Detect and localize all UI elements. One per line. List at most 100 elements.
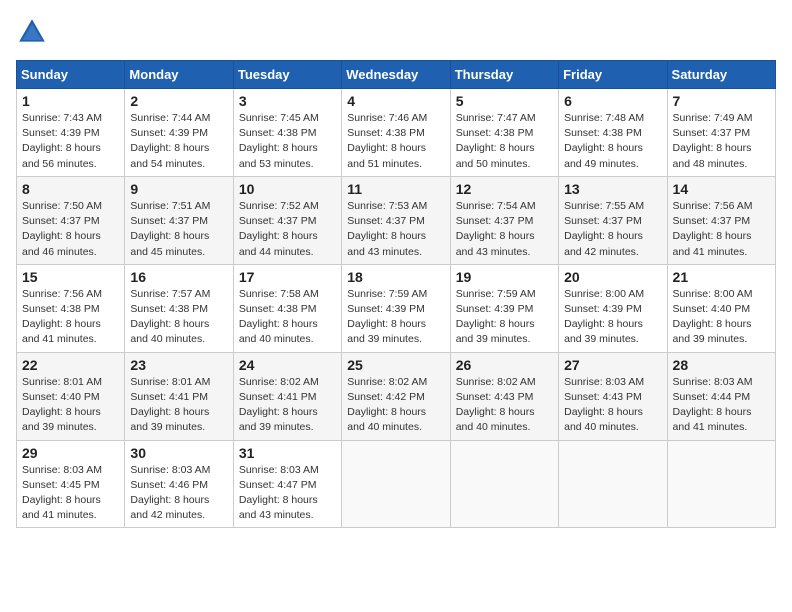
calendar-week-row: 8 Sunrise: 7:50 AMSunset: 4:37 PMDaylight… — [17, 176, 776, 264]
day-number: 29 — [22, 445, 119, 461]
day-number: 16 — [130, 269, 227, 285]
day-info: Sunrise: 8:03 AMSunset: 4:45 PMDaylight:… — [22, 463, 119, 524]
day-info: Sunrise: 7:59 AMSunset: 4:39 PMDaylight:… — [347, 287, 444, 348]
day-info: Sunrise: 8:02 AMSunset: 4:41 PMDaylight:… — [239, 375, 336, 436]
day-info: Sunrise: 7:50 AMSunset: 4:37 PMDaylight:… — [22, 199, 119, 260]
day-number: 22 — [22, 357, 119, 373]
day-number: 9 — [130, 181, 227, 197]
day-info: Sunrise: 7:56 AMSunset: 4:38 PMDaylight:… — [22, 287, 119, 348]
day-info: Sunrise: 8:01 AMSunset: 4:40 PMDaylight:… — [22, 375, 119, 436]
day-info: Sunrise: 7:51 AMSunset: 4:37 PMDaylight:… — [130, 199, 227, 260]
calendar-cell: 21Sunrise: 8:00 AMSunset: 4:40 PMDayligh… — [667, 264, 775, 352]
day-number: 28 — [673, 357, 770, 373]
calendar-week-row: 1 Sunrise: 7:43 AMSunset: 4:39 PMDaylight… — [17, 89, 776, 177]
calendar-cell — [559, 440, 667, 528]
day-info: Sunrise: 7:45 AMSunset: 4:38 PMDaylight:… — [239, 111, 336, 172]
calendar-cell: 18 Sunrise: 7:59 AMSunset: 4:39 PMDayligh… — [342, 264, 450, 352]
day-number: 26 — [456, 357, 553, 373]
day-info: Sunrise: 8:03 AMSunset: 4:44 PMDaylight:… — [673, 375, 770, 436]
calendar-table: SundayMondayTuesdayWednesdayThursdayFrid… — [16, 60, 776, 528]
day-number: 27 — [564, 357, 661, 373]
calendar-header-row: SundayMondayTuesdayWednesdayThursdayFrid… — [17, 61, 776, 89]
calendar-cell: 1 Sunrise: 7:43 AMSunset: 4:39 PMDaylight… — [17, 89, 125, 177]
day-info: Sunrise: 8:00 AMSunset: 4:39 PMDaylight:… — [564, 287, 661, 348]
day-number: 1 — [22, 93, 119, 109]
day-number: 30 — [130, 445, 227, 461]
day-info: Sunrise: 7:54 AMSunset: 4:37 PMDaylight:… — [456, 199, 553, 260]
day-info: Sunrise: 8:02 AMSunset: 4:42 PMDaylight:… — [347, 375, 444, 436]
calendar-cell: 22 Sunrise: 8:01 AMSunset: 4:40 PMDayligh… — [17, 352, 125, 440]
calendar-cell: 2 Sunrise: 7:44 AMSunset: 4:39 PMDaylight… — [125, 89, 233, 177]
day-info: Sunrise: 7:57 AMSunset: 4:38 PMDaylight:… — [130, 287, 227, 348]
day-info: Sunrise: 7:58 AMSunset: 4:38 PMDaylight:… — [239, 287, 336, 348]
calendar-cell: 23 Sunrise: 8:01 AMSunset: 4:41 PMDayligh… — [125, 352, 233, 440]
calendar-cell — [667, 440, 775, 528]
day-number: 19 — [456, 269, 553, 285]
day-number: 2 — [130, 93, 227, 109]
calendar-cell: 16 Sunrise: 7:57 AMSunset: 4:38 PMDayligh… — [125, 264, 233, 352]
calendar-cell: 4 Sunrise: 7:46 AMSunset: 4:38 PMDaylight… — [342, 89, 450, 177]
calendar-cell: 19 Sunrise: 7:59 AMSunset: 4:39 PMDayligh… — [450, 264, 558, 352]
calendar-cell: 14 Sunrise: 7:56 AMSunset: 4:37 PMDayligh… — [667, 176, 775, 264]
day-number: 10 — [239, 181, 336, 197]
logo — [16, 16, 52, 48]
calendar-cell: 6 Sunrise: 7:48 AMSunset: 4:38 PMDaylight… — [559, 89, 667, 177]
calendar-cell: 27 Sunrise: 8:03 AMSunset: 4:43 PMDayligh… — [559, 352, 667, 440]
logo-icon — [16, 16, 48, 48]
calendar-week-row: 29 Sunrise: 8:03 AMSunset: 4:45 PMDayligh… — [17, 440, 776, 528]
day-number: 18 — [347, 269, 444, 285]
day-info: Sunrise: 8:01 AMSunset: 4:41 PMDaylight:… — [130, 375, 227, 436]
calendar-cell — [342, 440, 450, 528]
calendar-cell: 31Sunrise: 8:03 AMSunset: 4:47 PMDayligh… — [233, 440, 341, 528]
day-number: 5 — [456, 93, 553, 109]
calendar-cell: 3 Sunrise: 7:45 AMSunset: 4:38 PMDaylight… — [233, 89, 341, 177]
day-info: Sunrise: 7:53 AMSunset: 4:37 PMDaylight:… — [347, 199, 444, 260]
day-of-week-header: Friday — [559, 61, 667, 89]
day-of-week-header: Thursday — [450, 61, 558, 89]
day-info: Sunrise: 7:43 AMSunset: 4:39 PMDaylight:… — [22, 111, 119, 172]
day-number: 8 — [22, 181, 119, 197]
day-info: Sunrise: 7:48 AMSunset: 4:38 PMDaylight:… — [564, 111, 661, 172]
day-number: 20 — [564, 269, 661, 285]
day-number: 4 — [347, 93, 444, 109]
day-info: Sunrise: 8:03 AMSunset: 4:43 PMDaylight:… — [564, 375, 661, 436]
day-info: Sunrise: 7:59 AMSunset: 4:39 PMDaylight:… — [456, 287, 553, 348]
calendar-cell: 10Sunrise: 7:52 AMSunset: 4:37 PMDayligh… — [233, 176, 341, 264]
day-number: 7 — [673, 93, 770, 109]
day-info: Sunrise: 8:02 AMSunset: 4:43 PMDaylight:… — [456, 375, 553, 436]
day-number: 21 — [673, 269, 770, 285]
day-info: Sunrise: 7:46 AMSunset: 4:38 PMDaylight:… — [347, 111, 444, 172]
calendar-cell: 8 Sunrise: 7:50 AMSunset: 4:37 PMDaylight… — [17, 176, 125, 264]
calendar-cell — [450, 440, 558, 528]
day-info: Sunrise: 8:03 AMSunset: 4:46 PMDaylight:… — [130, 463, 227, 524]
day-info: Sunrise: 7:56 AMSunset: 4:37 PMDaylight:… — [673, 199, 770, 260]
day-of-week-header: Saturday — [667, 61, 775, 89]
day-number: 13 — [564, 181, 661, 197]
day-of-week-header: Tuesday — [233, 61, 341, 89]
day-of-week-header: Wednesday — [342, 61, 450, 89]
day-number: 6 — [564, 93, 661, 109]
day-info: Sunrise: 7:49 AMSunset: 4:37 PMDaylight:… — [673, 111, 770, 172]
day-of-week-header: Sunday — [17, 61, 125, 89]
calendar-week-row: 15 Sunrise: 7:56 AMSunset: 4:38 PMDayligh… — [17, 264, 776, 352]
day-number: 25 — [347, 357, 444, 373]
calendar-cell: 9 Sunrise: 7:51 AMSunset: 4:37 PMDaylight… — [125, 176, 233, 264]
day-number: 15 — [22, 269, 119, 285]
day-number: 12 — [456, 181, 553, 197]
day-number: 24 — [239, 357, 336, 373]
day-number: 17 — [239, 269, 336, 285]
day-number: 3 — [239, 93, 336, 109]
day-info: Sunrise: 7:47 AMSunset: 4:38 PMDaylight:… — [456, 111, 553, 172]
calendar-cell: 24 Sunrise: 8:02 AMSunset: 4:41 PMDayligh… — [233, 352, 341, 440]
day-info: Sunrise: 7:44 AMSunset: 4:39 PMDaylight:… — [130, 111, 227, 172]
calendar-cell: 28 Sunrise: 8:03 AMSunset: 4:44 PMDayligh… — [667, 352, 775, 440]
calendar-cell: 25 Sunrise: 8:02 AMSunset: 4:42 PMDayligh… — [342, 352, 450, 440]
day-number: 11 — [347, 181, 444, 197]
calendar-cell: 30 Sunrise: 8:03 AMSunset: 4:46 PMDayligh… — [125, 440, 233, 528]
calendar-cell: 20 Sunrise: 8:00 AMSunset: 4:39 PMDayligh… — [559, 264, 667, 352]
calendar-cell: 5 Sunrise: 7:47 AMSunset: 4:38 PMDaylight… — [450, 89, 558, 177]
page-header — [16, 16, 776, 48]
day-number: 14 — [673, 181, 770, 197]
day-number: 23 — [130, 357, 227, 373]
calendar-cell: 26 Sunrise: 8:02 AMSunset: 4:43 PMDayligh… — [450, 352, 558, 440]
